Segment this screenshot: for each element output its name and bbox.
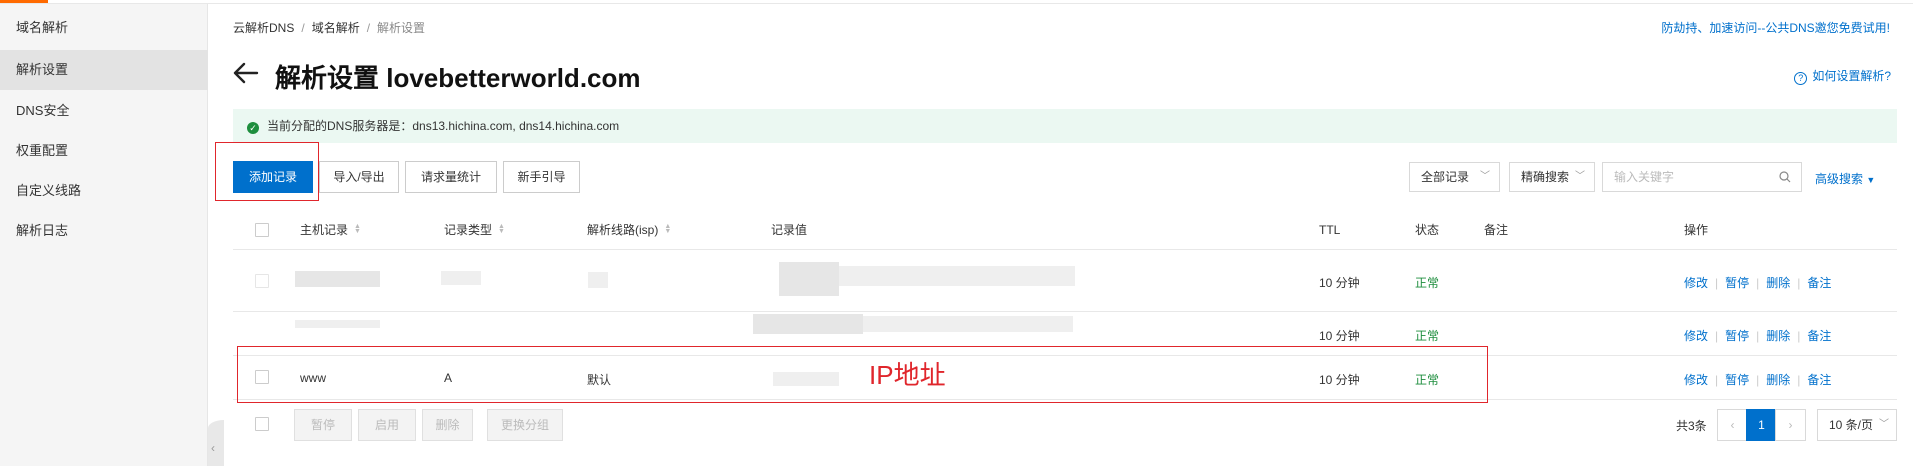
edit-link[interactable]: 修改	[1684, 373, 1708, 387]
pause-link[interactable]: 暂停	[1725, 329, 1749, 343]
top-strip	[0, 0, 1913, 4]
column-header-remark: 备注	[1484, 223, 1509, 237]
change-group-button[interactable]: 更换分组	[487, 409, 563, 441]
highlight-box-www-row	[237, 346, 1488, 403]
notice-servers: dns13.hichina.com, dns14.hichina.com	[412, 119, 620, 133]
sidebar-item-resolution-settings[interactable]: 解析设置	[0, 50, 208, 90]
sidebar-item-custom-lines[interactable]: 自定义线路	[0, 171, 208, 211]
redacted-type	[441, 271, 481, 285]
row-checkbox[interactable]	[255, 274, 269, 288]
ttl-value: 10 分钟	[1319, 329, 1360, 343]
column-header-value: 记录值	[771, 223, 808, 237]
edit-link[interactable]: 修改	[1684, 329, 1708, 343]
remark-link[interactable]: 备注	[1807, 276, 1831, 290]
column-header-host[interactable]: 主机记录 ▲ ▼	[300, 210, 361, 250]
sort-icon[interactable]: ▲ ▼	[354, 223, 361, 235]
bulk-pause-button[interactable]: 暂停	[294, 409, 352, 441]
edit-link[interactable]: 修改	[1684, 276, 1708, 290]
sidebar-item-resolution-log[interactable]: 解析日志	[0, 211, 208, 251]
breadcrumb-current: 解析设置	[377, 21, 426, 35]
row-actions: 修改 | 暂停 | 删除 | 备注	[1684, 329, 1832, 343]
pause-link[interactable]: 暂停	[1725, 276, 1749, 290]
bulk-enable-button[interactable]: 启用	[358, 409, 416, 441]
advanced-search-label: 高级搜索	[1815, 172, 1864, 186]
breadcrumb: 云解析DNS / 域名解析 / 解析设置	[233, 21, 426, 35]
table-header: 主机记录 ▲ ▼ 记录类型 ▲ ▼ 解析线路(isp) ▲ ▼ 记录值 TTL 状态 备注 …	[233, 210, 1897, 250]
chevron-down-icon: ﹀	[1879, 419, 1889, 430]
beginner-guide-button[interactable]: 新手引导	[503, 161, 580, 193]
request-stats-button[interactable]: 请求量统计	[405, 161, 497, 193]
breadcrumb-link-cloud-dns[interactable]: 云解析DNS	[233, 21, 294, 35]
select-all-checkbox[interactable]	[255, 223, 269, 237]
search-icon[interactable]	[1779, 171, 1791, 183]
sidebar-collapse-handle[interactable]: ‹	[208, 420, 224, 466]
sidebar-item-dns-security[interactable]: DNS安全	[0, 91, 208, 131]
delete-link[interactable]: 删除	[1766, 329, 1790, 343]
notice-prefix: 当前分配的DNS服务器是：	[267, 119, 413, 133]
advanced-search-link[interactable]: 高级搜索 ▼	[1815, 170, 1875, 187]
help-link[interactable]: ? 如何设置解析?	[1794, 67, 1891, 85]
dns-server-notice: ✓ 当前分配的DNS服务器是：dns13.hichina.com, dns14.h…	[233, 109, 1897, 143]
search-box	[1602, 162, 1802, 192]
total-count: 共3条	[1676, 419, 1707, 433]
row-actions: 修改 | 暂停 | 删除 | 备注	[1684, 373, 1832, 387]
sort-icon[interactable]: ▲ ▼	[664, 223, 671, 235]
column-header-line[interactable]: 解析线路(isp) ▲ ▼	[587, 210, 671, 250]
record-filter-select[interactable]: 全部记录 ﹀	[1409, 162, 1500, 192]
redacted-line	[588, 272, 608, 288]
chevron-right-icon: ›	[1788, 418, 1793, 432]
chevron-left-icon: ‹	[1730, 418, 1735, 432]
column-header-type[interactable]: 记录类型 ▲ ▼	[444, 210, 505, 250]
column-header-ttl: TTL	[1319, 223, 1341, 237]
check-circle-icon: ✓	[247, 122, 259, 134]
column-header-actions: 操作	[1684, 223, 1709, 237]
caret-down-icon: ▼	[1866, 175, 1876, 185]
redacted-value-tail	[863, 316, 1073, 332]
sidebar-item-weight-config[interactable]: 权重配置	[0, 131, 208, 171]
page-size-select[interactable]: 10 条/页 ﹀	[1817, 409, 1897, 441]
record-filter-value: 全部记录	[1421, 170, 1470, 184]
prev-page-button[interactable]: ‹	[1717, 409, 1748, 441]
next-page-button[interactable]: ›	[1775, 409, 1806, 441]
search-mode-select[interactable]: 精确搜索 ﹀	[1509, 162, 1595, 192]
search-mode-value: 精确搜索	[1521, 170, 1570, 184]
pause-link[interactable]: 暂停	[1725, 373, 1749, 387]
chevron-down-icon: ﹀	[1575, 171, 1585, 182]
question-icon: ?	[1794, 72, 1808, 85]
row-actions: 修改 | 暂停 | 删除 | 备注	[1684, 276, 1832, 290]
ip-address-annotation: IP地址	[869, 360, 946, 390]
chevron-down-icon: ﹀	[1480, 171, 1490, 182]
bulk-delete-button[interactable]: 删除	[422, 409, 473, 441]
search-input[interactable]	[1603, 163, 1763, 191]
import-export-button[interactable]: 导入/导出	[319, 161, 399, 193]
redacted-host	[295, 320, 380, 328]
sidebar-item-domain-resolution[interactable]: 域名解析	[0, 8, 208, 48]
sort-icon[interactable]: ▲ ▼	[498, 223, 505, 235]
status-badge: 正常	[1415, 329, 1440, 343]
page-title: 解析设置 lovebetterworld.com	[275, 63, 641, 93]
help-label: 如何设置解析?	[1812, 69, 1891, 83]
ttl-value: 10 分钟	[1319, 276, 1360, 290]
redacted-value	[779, 262, 839, 296]
promo-link[interactable]: 防劫持、加速访问--公共DNS邀您免费试用!	[1661, 19, 1890, 36]
remark-link[interactable]: 备注	[1807, 329, 1831, 343]
delete-link[interactable]: 删除	[1766, 276, 1790, 290]
footer-select-all-checkbox[interactable]	[255, 417, 269, 431]
back-arrow-icon[interactable]	[233, 60, 259, 86]
redacted-value	[753, 314, 863, 334]
table-row: 10 分钟 正常 修改 | 暂停 | 删除 | 备注	[233, 250, 1897, 312]
brand-accent-bar	[0, 0, 48, 3]
chevron-left-icon: ‹	[211, 441, 215, 455]
redacted-host	[295, 271, 380, 287]
redacted-value-tail	[839, 266, 1075, 286]
breadcrumb-link-domain-resolution[interactable]: 域名解析	[312, 21, 360, 35]
remark-link[interactable]: 备注	[1807, 373, 1831, 387]
page-size-value: 10 条/页	[1829, 418, 1874, 432]
delete-link[interactable]: 删除	[1766, 373, 1790, 387]
highlight-box-add-record	[215, 142, 319, 201]
column-header-status: 状态	[1415, 223, 1440, 237]
status-badge: 正常	[1415, 276, 1440, 290]
page-number-button[interactable]: 1	[1746, 409, 1777, 441]
sidebar: 域名解析 解析设置 DNS安全 权重配置 自定义线路 解析日志	[0, 4, 208, 466]
